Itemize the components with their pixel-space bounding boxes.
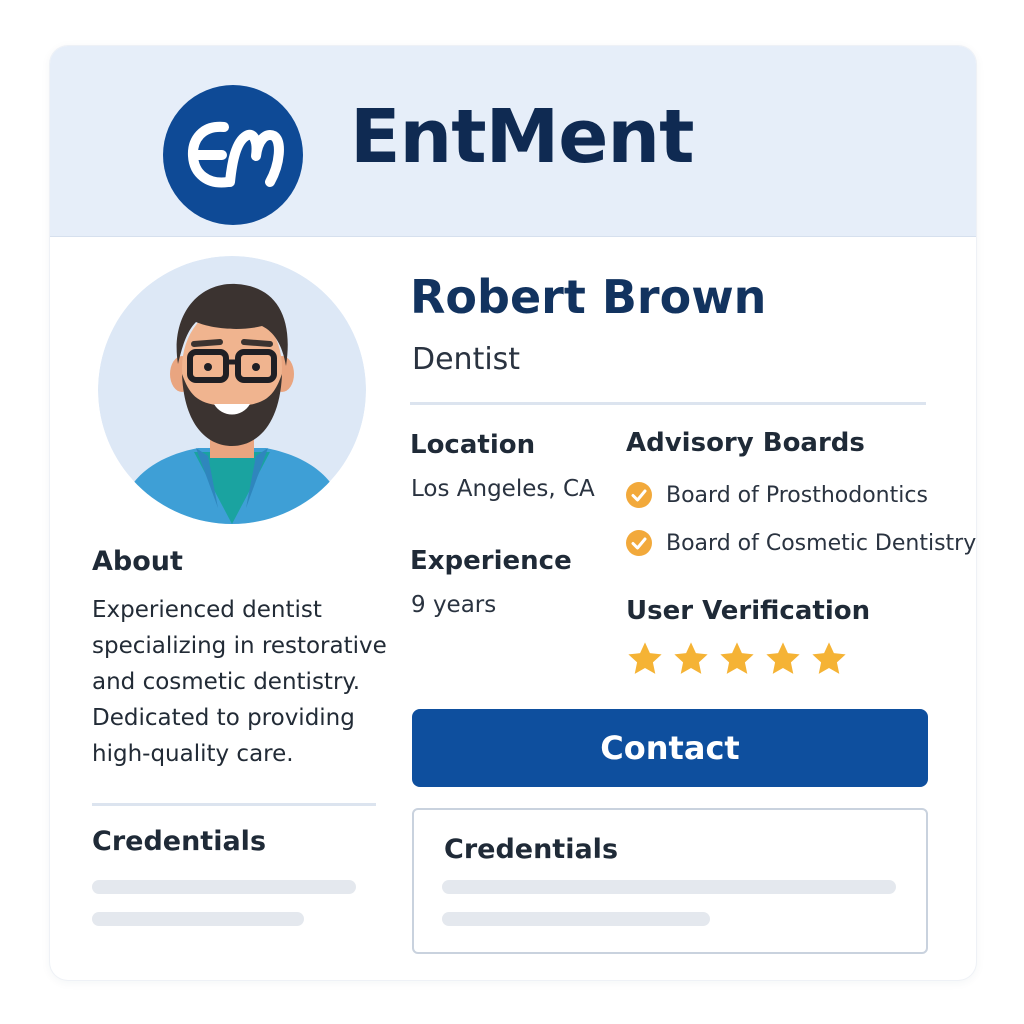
divider <box>410 402 926 405</box>
about-heading: About <box>92 546 183 577</box>
location-value: Los Angeles, CA <box>411 476 595 502</box>
entment-logo-icon <box>163 85 303 225</box>
advisory-board-item: Board of Cosmetic Dentistry <box>626 528 976 558</box>
profile-card: EntMent About Experienced dentist specia… <box>50 46 976 980</box>
avatar <box>98 256 366 524</box>
credentials-box: Credentials <box>412 808 928 954</box>
star-icon <box>812 642 846 674</box>
credentials-placeholder-line <box>92 912 304 926</box>
credentials-placeholder-line <box>442 880 896 894</box>
credentials-placeholder-line <box>442 912 710 926</box>
about-text: Experienced dentist specializing in rest… <box>92 597 387 767</box>
experience-label: Experience <box>410 546 572 576</box>
divider <box>92 803 376 806</box>
star-icon <box>720 642 754 674</box>
profile-title: Dentist <box>412 342 521 377</box>
advisory-boards-heading: Advisory Boards <box>626 428 865 458</box>
check-circle-icon <box>626 482 652 508</box>
star-icon <box>628 642 662 674</box>
experience-value: 9 years <box>411 592 497 618</box>
credentials-placeholder-line <box>92 880 356 894</box>
advisory-board-item: Board of Prosthodontics <box>626 480 928 510</box>
location-label: Location <box>410 430 536 460</box>
header-bar: EntMent <box>50 46 976 237</box>
credentials-heading: Credentials <box>92 826 267 857</box>
verification-rating <box>626 640 856 680</box>
credentials-box-heading: Credentials <box>444 834 619 865</box>
advisory-board-label: Board of Prosthodontics <box>666 482 928 508</box>
person-avatar-icon <box>98 256 366 524</box>
star-icon <box>674 642 708 674</box>
star-icon <box>766 642 800 674</box>
contact-button[interactable]: Contact <box>412 709 928 787</box>
advisory-board-label: Board of Cosmetic Dentistry <box>666 530 976 556</box>
user-verification-heading: User Verification <box>626 596 871 626</box>
profile-name: Robert Brown <box>410 270 767 324</box>
brand-name: EntMent <box>350 94 694 180</box>
check-circle-icon <box>626 530 652 556</box>
